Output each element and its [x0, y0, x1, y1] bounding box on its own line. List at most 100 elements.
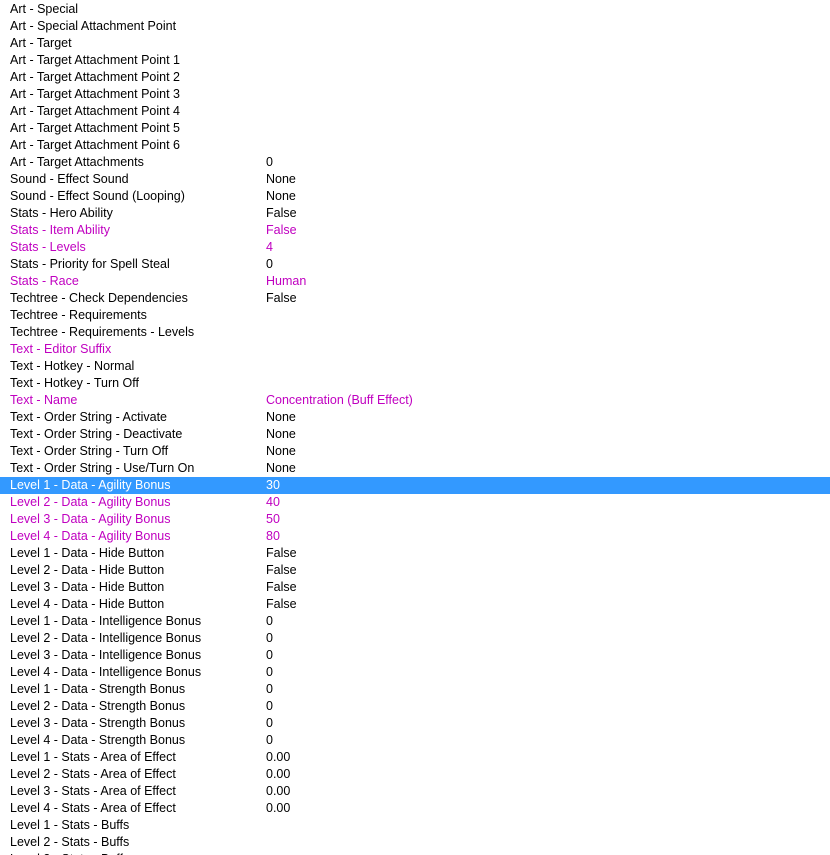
field-value: 0 [266, 699, 273, 713]
field-row[interactable]: Level 2 - Data - Strength Bonus 0 [0, 698, 830, 715]
field-row[interactable]: Art - Special [0, 1, 830, 18]
field-value: None [266, 410, 296, 424]
field-row[interactable]: Level 1 - Data - Intelligence Bonus 0 [0, 613, 830, 630]
field-value: Concentration (Buff Effect) [266, 393, 413, 407]
field-name: Level 2 - Data - Strength Bonus [10, 699, 186, 713]
field-row[interactable]: Level 2 - Stats - Area of Effect 0.00 [0, 766, 830, 783]
field-row[interactable]: Level 3 - Data - Intelligence Bonus 0 [0, 647, 830, 664]
field-name: Text - Order String - Use/Turn On [10, 461, 195, 475]
field-row[interactable]: Techtree - Check Dependencies False [0, 290, 830, 307]
field-value: 0 [266, 682, 273, 696]
field-name: Level 2 - Data - Hide Button [10, 563, 165, 577]
field-row[interactable]: Techtree - Requirements [0, 307, 830, 324]
field-value: False [266, 223, 297, 237]
field-name: Text - Hotkey - Turn Off [10, 376, 139, 390]
field-value: 80 [266, 529, 280, 543]
field-row[interactable]: Level 3 - Stats - Area of Effect 0.00 [0, 783, 830, 800]
field-name: Art - Target Attachment Point 2 [10, 70, 180, 84]
field-row[interactable]: Level 2 - Data - Intelligence Bonus 0 [0, 630, 830, 647]
field-row[interactable]: Level 2 - Data - Agility Bonus 40 [0, 494, 830, 511]
field-row[interactable]: Art - Special Attachment Point [0, 18, 830, 35]
field-value: 0 [266, 716, 273, 730]
field-name: Level 1 - Data - Strength Bonus [10, 682, 186, 696]
field-row[interactable]: Level 3 - Data - Hide Button False [0, 579, 830, 596]
field-value: 0.00 [266, 784, 291, 798]
field-value: 0.00 [266, 767, 291, 781]
field-name: Text - Name [10, 393, 78, 407]
field-row[interactable]: Level 2 - Data - Hide Button False [0, 562, 830, 579]
field-value: None [266, 427, 296, 441]
field-value: 30 [266, 478, 280, 492]
field-row[interactable]: Level 4 - Data - Hide Button False [0, 596, 830, 613]
field-row[interactable]: Level 1 - Data - Hide Button False [0, 545, 830, 562]
field-row[interactable]: Text - Name Concentration (Buff Effect) [0, 392, 830, 409]
field-row[interactable]: Text - Order String - Deactivate None [0, 426, 830, 443]
field-name: Level 4 - Data - Strength Bonus [10, 733, 186, 747]
field-row-selected[interactable]: Level 1 - Data - Agility Bonus 30 [0, 477, 830, 494]
field-row[interactable]: Sound - Effect Sound (Looping) None [0, 188, 830, 205]
field-row[interactable]: Level 3 - Data - Agility Bonus 50 [0, 511, 830, 528]
field-value: False [266, 563, 297, 577]
field-row[interactable]: Level 3 - Stats - Buffs [0, 851, 830, 855]
field-value: None [266, 189, 296, 203]
field-row[interactable]: Level 4 - Stats - Area of Effect 0.00 [0, 800, 830, 817]
field-name: Text - Hotkey - Normal [10, 359, 135, 373]
field-row[interactable]: Level 3 - Data - Strength Bonus 0 [0, 715, 830, 732]
field-row[interactable]: Level 4 - Data - Agility Bonus 80 [0, 528, 830, 545]
field-row[interactable]: Art - Target Attachment Point 6 [0, 137, 830, 154]
field-row[interactable]: Stats - Hero Ability False [0, 205, 830, 222]
field-row[interactable]: Level 1 - Data - Strength Bonus 0 [0, 681, 830, 698]
field-row[interactable]: Stats - Item Ability False [0, 222, 830, 239]
field-row[interactable]: Art - Target Attachment Point 1 [0, 52, 830, 69]
field-value: 0 [266, 257, 273, 271]
field-row[interactable]: Text - Order String - Activate None [0, 409, 830, 426]
field-name: Stats - Item Ability [10, 223, 111, 237]
field-name: Sound - Effect Sound (Looping) [10, 189, 185, 203]
field-name: Text - Order String - Turn Off [10, 444, 169, 458]
field-value: False [266, 546, 297, 560]
field-row[interactable]: Text - Hotkey - Turn Off [0, 375, 830, 392]
field-name: Text - Order String - Deactivate [10, 427, 183, 441]
field-name: Art - Target Attachment Point 1 [10, 53, 180, 67]
field-row[interactable]: Text - Hotkey - Normal [0, 358, 830, 375]
field-row[interactable]: Art - Target Attachment Point 4 [0, 103, 830, 120]
field-name: Art - Target [10, 36, 72, 50]
field-row[interactable]: Text - Editor Suffix [0, 341, 830, 358]
field-name: Art - Special [10, 2, 79, 16]
field-row[interactable]: Stats - Race Human [0, 273, 830, 290]
field-row[interactable]: Level 1 - Stats - Buffs [0, 817, 830, 834]
field-name: Art - Special Attachment Point [10, 19, 177, 33]
field-row[interactable]: Art - Target Attachments 0 [0, 154, 830, 171]
field-row[interactable]: Stats - Priority for Spell Steal 0 [0, 256, 830, 273]
field-value: 0 [266, 155, 273, 169]
field-name: Art - Target Attachment Point 3 [10, 87, 180, 101]
field-row[interactable]: Level 1 - Stats - Area of Effect 0.00 [0, 749, 830, 766]
field-name: Level 1 - Stats - Buffs [10, 818, 130, 832]
field-row[interactable]: Sound - Effect Sound None [0, 171, 830, 188]
object-field-list[interactable]: Art - Special Art - Special Attachment Po… [0, 0, 830, 855]
field-value: 40 [266, 495, 280, 509]
field-name: Stats - Race [10, 274, 79, 288]
field-row[interactable]: Stats - Levels 4 [0, 239, 830, 256]
field-row[interactable]: Level 4 - Data - Strength Bonus 0 [0, 732, 830, 749]
field-name: Level 3 - Stats - Buffs [10, 851, 129, 855]
field-row[interactable]: Techtree - Requirements - Levels [0, 324, 830, 341]
field-name: Level 3 - Data - Hide Button [10, 580, 165, 594]
field-row[interactable]: Art - Target Attachment Point 3 [0, 86, 830, 103]
field-value: 0.00 [266, 750, 291, 764]
field-row[interactable]: Level 4 - Data - Intelligence Bonus 0 [0, 664, 830, 681]
field-value: 0 [266, 733, 273, 747]
field-value: None [266, 444, 296, 458]
field-value: 0 [266, 631, 273, 645]
field-name: Art - Target Attachment Point 4 [10, 104, 180, 118]
field-value: None [266, 172, 296, 186]
field-row[interactable]: Text - Order String - Turn Off None [0, 443, 830, 460]
field-name: Level 1 - Data - Agility Bonus [10, 478, 171, 492]
field-row[interactable]: Level 2 - Stats - Buffs [0, 834, 830, 851]
field-row[interactable]: Art - Target Attachment Point 5 [0, 120, 830, 137]
field-name: Level 3 - Stats - Area of Effect [10, 784, 176, 798]
field-row[interactable]: Text - Order String - Use/Turn On None [0, 460, 830, 477]
field-row[interactable]: Art - Target Attachment Point 2 [0, 69, 830, 86]
field-row[interactable]: Art - Target [0, 35, 830, 52]
field-name: Level 4 - Data - Agility Bonus [10, 529, 171, 543]
